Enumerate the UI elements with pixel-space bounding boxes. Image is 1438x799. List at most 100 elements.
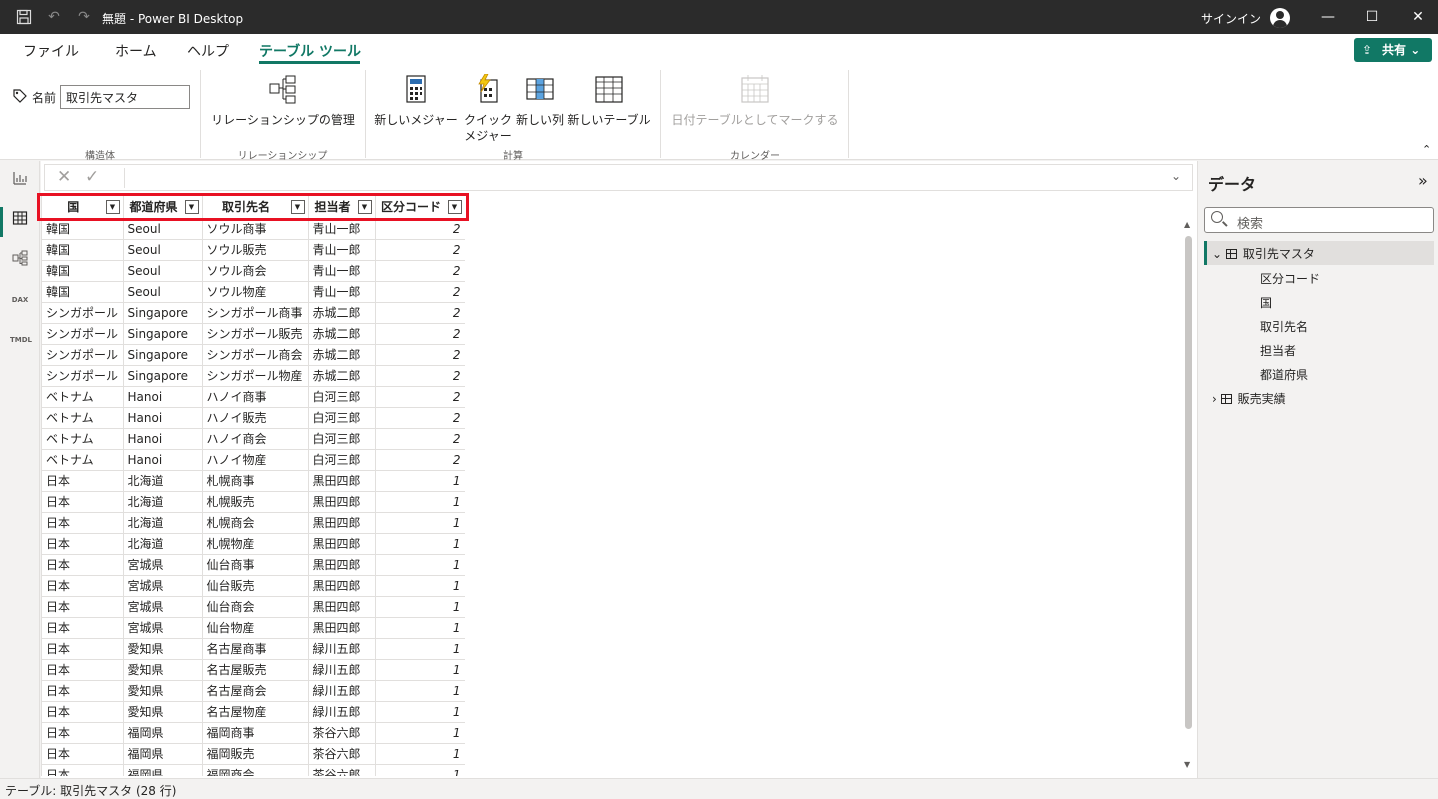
table-cell[interactable]: 日本 [42, 617, 124, 639]
table-cell[interactable]: 赤城二郎 [308, 344, 376, 366]
table-cell[interactable]: 日本 [42, 491, 124, 513]
table-cell[interactable]: 愛知県 [123, 680, 203, 702]
table-cell[interactable]: 福岡県 [123, 722, 203, 744]
table-cell[interactable]: 北海道 [123, 512, 203, 534]
expand-formula-icon[interactable]: ⌄ [1171, 169, 1181, 183]
table-cell[interactable]: 1 [375, 638, 465, 660]
table-cell[interactable]: 白河三郎 [308, 449, 376, 471]
table-name-input[interactable]: 取引先マスタ [60, 85, 190, 109]
table-cell[interactable]: 2 [375, 260, 465, 282]
table-cell[interactable]: 1 [375, 596, 465, 618]
field-search-input[interactable]: 検索 [1204, 207, 1434, 233]
table-cell[interactable]: 名古屋販売 [202, 659, 309, 681]
table-cell[interactable]: ベトナム [42, 407, 124, 429]
table-cell[interactable]: Singapore [123, 323, 203, 345]
table-cell[interactable]: ソウル商事 [202, 218, 309, 240]
table-cell[interactable]: Hanoi [123, 428, 203, 450]
collapse-ribbon-icon[interactable]: ⌃ [1422, 143, 1431, 156]
table-cell[interactable]: Singapore [123, 302, 203, 324]
table-cell[interactable]: 茶谷六郎 [308, 743, 376, 765]
tab-file[interactable]: ファイル [23, 41, 79, 61]
table-cell[interactable]: 日本 [42, 764, 124, 776]
report-view-icon[interactable] [10, 170, 30, 190]
new-table-button[interactable]: 新しいテーブル [566, 74, 652, 128]
table-cell[interactable]: ソウル販売 [202, 239, 309, 261]
vertical-scrollbar[interactable]: ▲ ▼ [1183, 220, 1195, 774]
table-cell[interactable]: 愛知県 [123, 659, 203, 681]
chevron-down-icon[interactable]: ⌄ [1212, 247, 1222, 261]
table-cell[interactable]: シンガポール商事 [202, 302, 309, 324]
table-cell[interactable]: 北海道 [123, 533, 203, 555]
table-cell[interactable]: 1 [375, 533, 465, 555]
table-cell[interactable]: 2 [375, 239, 465, 261]
table-cell[interactable]: 1 [375, 575, 465, 597]
table-cell[interactable]: Hanoi [123, 407, 203, 429]
table-cell[interactable]: 韓国 [42, 218, 124, 240]
table-cell[interactable]: 1 [375, 701, 465, 723]
avatar-icon[interactable] [1270, 8, 1290, 28]
table-cell[interactable]: Singapore [123, 365, 203, 387]
table-cell[interactable]: ベトナム [42, 449, 124, 471]
table-cell[interactable]: 青山一郎 [308, 239, 376, 261]
table-cell[interactable]: 赤城二郎 [308, 365, 376, 387]
table-cell[interactable]: 福岡県 [123, 743, 203, 765]
table-cell[interactable]: シンガポール商会 [202, 344, 309, 366]
table-cell[interactable]: 1 [375, 743, 465, 765]
tree-field[interactable]: 区分コード [1260, 270, 1320, 287]
table-cell[interactable]: 日本 [42, 743, 124, 765]
table-cell[interactable]: 2 [375, 323, 465, 345]
table-cell[interactable]: 宮城県 [123, 596, 203, 618]
table-cell[interactable]: 福岡販売 [202, 743, 309, 765]
table-cell[interactable]: 1 [375, 554, 465, 576]
table-cell[interactable]: ハノイ商事 [202, 386, 309, 408]
close-button[interactable]: ✕ [1408, 7, 1428, 27]
table-cell[interactable]: 2 [375, 302, 465, 324]
table-cell[interactable]: 2 [375, 407, 465, 429]
table-cell[interactable]: シンガポール販売 [202, 323, 309, 345]
table-cell[interactable]: 名古屋物産 [202, 701, 309, 723]
table-cell[interactable]: Seoul [123, 239, 203, 261]
table-cell[interactable]: 仙台物産 [202, 617, 309, 639]
new-measure-button[interactable]: 新しいメジャー [372, 74, 460, 128]
tree-field[interactable]: 都道府県 [1260, 366, 1308, 383]
table-cell[interactable]: 1 [375, 722, 465, 744]
table-cell[interactable]: 愛知県 [123, 701, 203, 723]
table-cell[interactable]: 青山一郎 [308, 281, 376, 303]
tab-help[interactable]: ヘルプ [187, 41, 229, 61]
table-cell[interactable]: 青山一郎 [308, 260, 376, 282]
table-cell[interactable]: 札幌商事 [202, 470, 309, 492]
table-cell[interactable]: 黒田四郎 [308, 617, 376, 639]
quick-measure-button[interactable]: クイック メジャー [462, 73, 514, 144]
table-cell[interactable]: シンガポール [42, 302, 124, 324]
tree-table-hanbai[interactable]: › 販売実績 [1212, 390, 1286, 407]
table-cell[interactable]: 日本 [42, 680, 124, 702]
table-cell[interactable]: 黒田四郎 [308, 491, 376, 513]
table-cell[interactable]: 宮城県 [123, 554, 203, 576]
table-cell[interactable]: シンガポール物産 [202, 365, 309, 387]
table-cell[interactable]: 黒田四郎 [308, 512, 376, 534]
table-view-icon[interactable] [10, 210, 30, 230]
table-cell[interactable]: 2 [375, 344, 465, 366]
table-cell[interactable]: 札幌物産 [202, 533, 309, 555]
table-cell[interactable]: 福岡商会 [202, 764, 309, 776]
table-cell[interactable]: 日本 [42, 722, 124, 744]
table-cell[interactable]: Seoul [123, 218, 203, 240]
table-cell[interactable]: 1 [375, 491, 465, 513]
table-cell[interactable]: 2 [375, 365, 465, 387]
table-cell[interactable]: Hanoi [123, 386, 203, 408]
table-cell[interactable]: 日本 [42, 533, 124, 555]
table-cell[interactable]: 赤城二郎 [308, 302, 376, 324]
table-cell[interactable]: 福岡商事 [202, 722, 309, 744]
formula-bar[interactable]: ✕ ✓ ⌄ [44, 164, 1193, 191]
table-cell[interactable]: 日本 [42, 701, 124, 723]
table-cell[interactable]: 白河三郎 [308, 428, 376, 450]
table-cell[interactable]: 韓国 [42, 260, 124, 282]
manage-relationships-button[interactable]: リレーションシップの管理 [208, 74, 358, 128]
model-view-icon[interactable] [10, 250, 30, 270]
table-cell[interactable]: 緑川五郎 [308, 701, 376, 723]
table-cell[interactable]: 黒田四郎 [308, 596, 376, 618]
table-cell[interactable]: 黒田四郎 [308, 554, 376, 576]
table-cell[interactable]: 日本 [42, 638, 124, 660]
table-cell[interactable]: 2 [375, 218, 465, 240]
tab-table-tools[interactable]: テーブル ツール [259, 41, 361, 61]
